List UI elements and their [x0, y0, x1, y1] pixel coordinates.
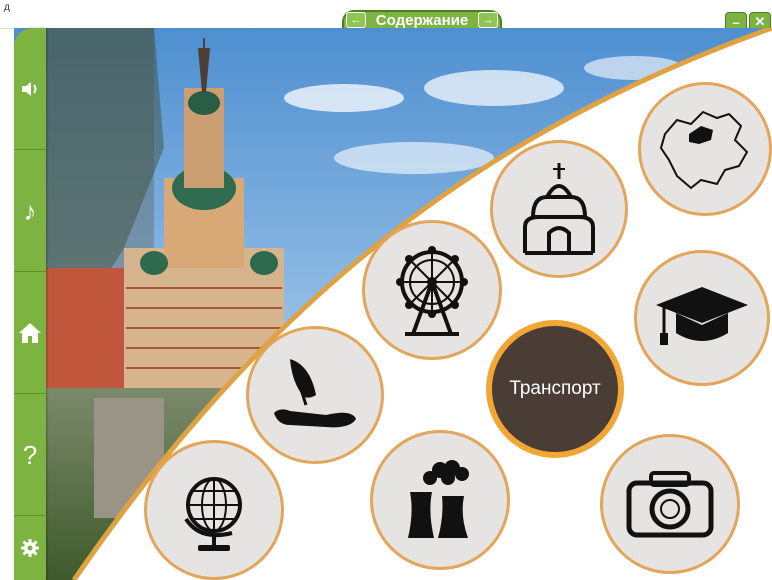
menu-item-literature[interactable]: [246, 326, 384, 464]
globe-icon: [184, 477, 242, 551]
menu-item-industry[interactable]: [370, 430, 510, 570]
graduation-cap-icon: [656, 287, 748, 345]
sidebar-item-settings[interactable]: [14, 516, 46, 580]
transport-label: Транспорт: [509, 378, 601, 399]
music-note-icon: ♪: [23, 195, 37, 226]
menu-item-geography[interactable]: [144, 440, 284, 580]
camera-icon: [626, 471, 714, 538]
sidebar-item-home[interactable]: [14, 272, 46, 394]
region-map-icon: [659, 110, 749, 190]
menu-item-education[interactable]: [634, 250, 770, 386]
ferris-wheel-icon: [396, 246, 468, 336]
prev-arrow-button[interactable]: ←: [346, 12, 366, 28]
factory-icon: [408, 460, 469, 538]
sidebar-item-music[interactable]: ♪: [14, 150, 46, 272]
speaker-icon: [22, 81, 37, 96]
home-icon: [19, 322, 41, 343]
contents-title[interactable]: Содержание: [376, 12, 468, 29]
next-arrow-button[interactable]: →: [477, 12, 498, 28]
contents-bar: ← Содержание →: [342, 10, 502, 30]
menu-item-transport[interactable]: Транспорт: [486, 320, 624, 458]
cathedral-icon: [523, 163, 595, 255]
quill-icon: [274, 359, 356, 428]
menu-item-architecture[interactable]: [490, 140, 628, 278]
gear-icon: [21, 539, 39, 557]
sidebar-item-sound[interactable]: [14, 28, 46, 150]
sidebar: ♪ ?: [14, 28, 46, 580]
menu-item-attractions[interactable]: [362, 220, 502, 360]
question-icon: ?: [22, 439, 38, 470]
sidebar-item-help[interactable]: ?: [14, 394, 46, 516]
menu-item-photo[interactable]: [600, 434, 740, 574]
menu-item-map[interactable]: [638, 82, 772, 216]
